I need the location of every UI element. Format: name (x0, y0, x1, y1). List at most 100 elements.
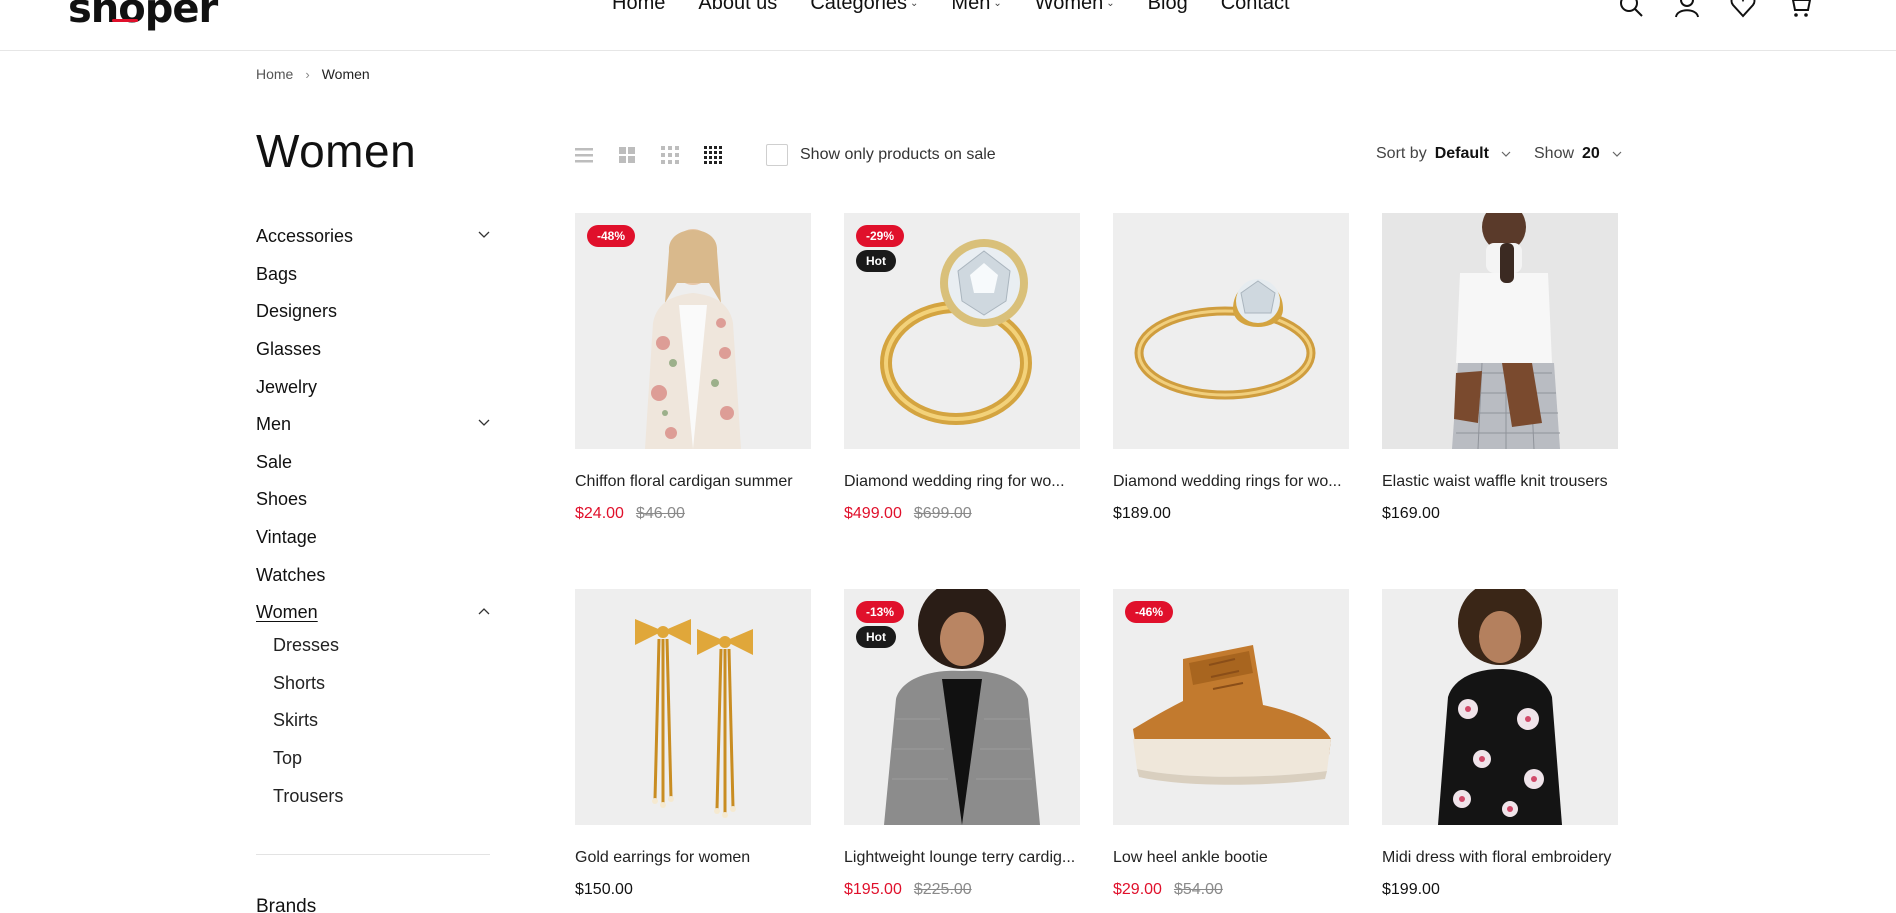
site-logo[interactable]: shoper (68, 0, 218, 32)
product-photo-cardigan (575, 213, 811, 449)
product-name[interactable]: Diamond wedding ring for wo... (844, 473, 1080, 491)
category-label: Glasses (256, 339, 322, 360)
hot-badge: Hot (856, 250, 896, 272)
nav-about-us[interactable]: About us (698, 0, 777, 15)
product-card[interactable]: -48% Chiffon floral cardigan summer $24.… (575, 213, 811, 523)
per-page-label: Show (1534, 145, 1575, 162)
user-icon[interactable] (1674, 0, 1700, 18)
product-card[interactable]: Elastic waist waffle knit trousers $169.… (1382, 213, 1618, 523)
chevron-down-icon[interactable] (478, 419, 490, 427)
category-item-watches[interactable]: Watches (256, 556, 490, 594)
product-card[interactable]: Midi dress with floral embroidery $199.0… (1382, 589, 1618, 899)
sale-only-checkbox[interactable] (766, 144, 788, 166)
product-image[interactable] (575, 589, 811, 825)
product-name[interactable]: Diamond wedding rings for wo... (1113, 473, 1349, 491)
nav-home[interactable]: Home (612, 0, 665, 15)
sale-only-label[interactable]: Show only products on sale (800, 146, 996, 164)
chevron-down-icon (1612, 151, 1622, 157)
product-name[interactable]: Chiffon floral cardigan summer (575, 473, 811, 491)
product-card[interactable]: -29% Hot Diamond wedding ring for wo... … (844, 213, 1080, 523)
product-image[interactable]: -13% Hot (844, 589, 1080, 825)
category-item-bags[interactable]: Bags (256, 256, 490, 294)
chevron-down-icon: ⌄ (1106, 0, 1115, 9)
nav-women[interactable]: Women ⌄ (1035, 0, 1115, 15)
product-image[interactable] (1382, 213, 1618, 449)
search-icon[interactable] (1618, 0, 1644, 18)
product-price: $199.00 (1382, 881, 1618, 899)
category-item-accessories[interactable]: Accessories (256, 218, 490, 256)
subcategory-item-skirts[interactable]: Skirts (273, 702, 343, 740)
product-name[interactable]: Low heel ankle bootie (1113, 849, 1349, 867)
nav-blog[interactable]: Blog (1148, 0, 1188, 15)
sort-value: Default (1434, 145, 1489, 162)
subcategory-item-dresses[interactable]: Dresses (273, 627, 343, 665)
product-price: $169.00 (1382, 505, 1618, 523)
nav-men[interactable]: Men ⌄ (951, 0, 1001, 15)
brands-heading[interactable]: Brands (256, 896, 316, 913)
category-label: Jewelry (256, 376, 318, 397)
subcategory-item-trousers[interactable]: Trousers (273, 777, 343, 815)
product-name[interactable]: Lightweight lounge terry cardig... (844, 849, 1080, 867)
sale-badge: -29% (856, 225, 905, 247)
product-price: $195.00 $225.00 (844, 881, 1080, 899)
category-label: Vintage (256, 527, 317, 548)
subcategory-item-shorts[interactable]: Shorts (273, 665, 343, 703)
product-image[interactable]: -29% Hot (844, 213, 1080, 449)
per-page-select[interactable]: Show 20 (1534, 145, 1622, 163)
product-name[interactable]: Elastic waist waffle knit trousers (1382, 473, 1618, 491)
category-list: Accessories Bags Designers Glasses Jewel… (256, 218, 490, 632)
category-label: Designers (256, 301, 338, 322)
subcategory-item-top[interactable]: Top (273, 740, 343, 778)
current-price: $150.00 (575, 881, 633, 898)
category-item-glasses[interactable]: Glasses (256, 331, 490, 369)
sale-badge: -48% (587, 225, 636, 247)
product-card[interactable]: -13% Hot Lightweight lounge terry cardig… (844, 589, 1080, 899)
breadcrumb-current: Women (321, 66, 370, 82)
nav-home-label: Home (612, 0, 666, 14)
current-price: $29.00 (1113, 881, 1162, 898)
per-page-value: 20 (1582, 145, 1600, 162)
chevron-down-icon[interactable] (478, 231, 490, 239)
chevron-down-icon (1501, 151, 1511, 157)
product-photo-diamond-ring (844, 213, 1080, 449)
main-nav: Home About us Categories ⌄ Men ⌄ Women ⌄ Bl… (612, 0, 1290, 15)
product-card[interactable]: Gold earrings for women $150.00 (575, 589, 811, 899)
sale-badge: -46% (1125, 601, 1174, 623)
category-item-men[interactable]: Men (256, 406, 490, 444)
grid-3-view-icon[interactable] (660, 145, 680, 165)
product-name[interactable]: Midi dress with floral embroidery (1382, 849, 1618, 867)
product-name[interactable]: Gold earrings for women (575, 849, 811, 867)
product-card[interactable]: Diamond wedding rings for wo... $189.00 (1113, 213, 1349, 523)
product-photo-ankle-bootie (1113, 589, 1349, 825)
old-price: $699.00 (913, 505, 972, 522)
product-photo-terry-cardigan (844, 589, 1080, 825)
category-item-designers[interactable]: Designers (256, 293, 490, 331)
list-view-icon[interactable] (574, 145, 594, 165)
category-item-sale[interactable]: Sale (256, 444, 490, 482)
breadcrumb-home[interactable]: Home (256, 66, 293, 82)
category-item-jewelry[interactable]: Jewelry (256, 368, 490, 406)
breadcrumb: Home › Women (256, 66, 370, 82)
nav-contact[interactable]: Contact (1221, 0, 1290, 15)
nav-about-us-label: About us (698, 0, 778, 14)
product-card[interactable]: -46% Low heel ankle bootie $29.00 $54.00 (1113, 589, 1349, 899)
product-image[interactable]: -48% (575, 213, 811, 449)
heart-icon[interactable] (1730, 0, 1756, 18)
nav-categories[interactable]: Categories ⌄ (810, 0, 918, 15)
chevron-up-icon[interactable] (478, 607, 490, 615)
grid-4-view-icon[interactable] (703, 145, 723, 165)
category-item-women[interactable]: Women (256, 594, 490, 632)
product-image[interactable] (1113, 213, 1349, 449)
cart-icon[interactable] (1786, 0, 1812, 18)
category-item-vintage[interactable]: Vintage (256, 519, 490, 557)
product-image[interactable]: -46% (1113, 589, 1349, 825)
sidebar-divider (256, 854, 490, 855)
current-price: $24.00 (575, 505, 624, 522)
product-photo-gold-earrings (575, 589, 811, 825)
product-photo-floral-dress (1382, 589, 1618, 825)
grid-2-view-icon[interactable] (617, 145, 637, 165)
nav-categories-label: Categories (810, 0, 908, 14)
sort-select[interactable]: Sort by Default (1376, 145, 1511, 163)
product-image[interactable] (1382, 589, 1618, 825)
category-item-shoes[interactable]: Shoes (256, 481, 490, 519)
